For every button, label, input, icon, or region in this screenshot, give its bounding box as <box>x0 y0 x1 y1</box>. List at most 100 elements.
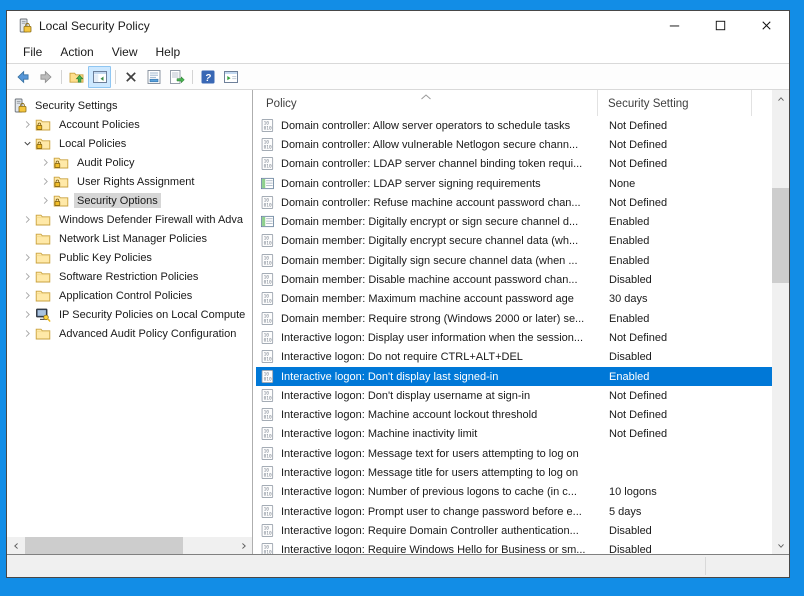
export-list-icon <box>169 69 185 85</box>
menu-help[interactable]: Help <box>147 42 190 62</box>
tree-item[interactable]: Advanced Audit Policy Configuration <box>7 324 252 343</box>
horizontal-scroll-thumb[interactable] <box>25 537 183 554</box>
tree-item[interactable]: Audit Policy <box>7 153 252 172</box>
scroll-left-icon[interactable] <box>7 537 24 554</box>
column-header-policy[interactable]: Policy <box>256 90 598 116</box>
tree-item-label: Software Restriction Policies <box>56 269 201 284</box>
svg-text:010: 010 <box>264 550 272 554</box>
scroll-right-icon[interactable] <box>235 537 252 554</box>
vertical-scroll-thumb[interactable] <box>772 188 789 283</box>
policy-row[interactable]: Domain member: Digitally encrypt or sign… <box>256 212 772 231</box>
policy-binary-icon: 10010 <box>260 369 276 385</box>
policy-row[interactable]: 10010 Interactive logon: Message title f… <box>256 463 772 482</box>
action-pane-button[interactable] <box>219 66 242 88</box>
local-security-policy-window: Local Security Policy FileActionViewHelp… <box>6 10 790 578</box>
chevron-right-icon[interactable] <box>37 193 53 209</box>
policy-row[interactable]: 10010 Domain member: Digitally sign secu… <box>256 251 772 270</box>
tree-item[interactable]: User Rights Assignment <box>7 172 252 191</box>
policy-row[interactable]: 10010 Domain member: Disable machine acc… <box>256 270 772 289</box>
tree-item[interactable]: Security Options <box>7 191 252 210</box>
policy-row[interactable]: 10010 Domain member: Digitally encrypt s… <box>256 232 772 251</box>
menu-action[interactable]: Action <box>51 42 102 62</box>
tree-item-label: Network List Manager Policies <box>56 231 210 246</box>
desktop: { "window": { "title": "Local Security P… <box>0 0 804 596</box>
chevron-right-icon[interactable] <box>19 212 35 228</box>
back-button[interactable] <box>11 66 34 88</box>
minimize-button[interactable] <box>651 11 697 40</box>
policy-name: Interactive logon: Display user informat… <box>281 332 598 344</box>
policy-row[interactable]: 10010 Interactive logon: Require Windows… <box>256 541 772 554</box>
close-button[interactable] <box>743 11 789 40</box>
tree-item[interactable]: Application Control Policies <box>7 286 252 305</box>
help-button[interactable]: ? <box>196 66 219 88</box>
maximize-button[interactable] <box>697 11 743 40</box>
scroll-down-icon[interactable] <box>772 537 789 554</box>
chevron-right-icon[interactable] <box>19 269 35 285</box>
folder-lock-icon <box>35 136 51 152</box>
chevron-right-icon[interactable] <box>19 326 35 342</box>
export-list-button[interactable] <box>165 66 188 88</box>
policy-row[interactable]: 10010 Domain controller: LDAP server cha… <box>256 155 772 174</box>
policy-row[interactable]: 10010 Domain member: Maximum machine acc… <box>256 290 772 309</box>
properties-button[interactable] <box>142 66 165 88</box>
policy-row[interactable]: 10010 Interactive logon: Require Domain … <box>256 521 772 540</box>
chevron-right-icon[interactable] <box>19 288 35 304</box>
tree-item[interactable]: IP Security Policies on Local Compute <box>7 305 252 324</box>
chevron-right-icon[interactable] <box>19 250 35 266</box>
policy-row[interactable]: 10010 Interactive logon: Don't display l… <box>256 367 772 386</box>
list-vertical-scrollbar[interactable] <box>772 90 789 554</box>
console-tree: Security Settings Account Policies Local… <box>7 96 252 343</box>
policy-name: Domain member: Maximum machine account p… <box>281 293 598 305</box>
security-setting-value: Not Defined <box>598 390 772 402</box>
tree-item[interactable]: Security Settings <box>7 96 252 115</box>
column-header-security-setting[interactable]: Security Setting <box>598 90 752 116</box>
chevron-down-icon[interactable] <box>19 136 35 152</box>
show-console-tree-button[interactable] <box>88 66 111 88</box>
tree-item[interactable]: Windows Defender Firewall with Adva <box>7 210 252 229</box>
policy-name: Interactive logon: Message title for use… <box>281 467 598 479</box>
policy-row[interactable]: 10010 Interactive logon: Don't display u… <box>256 386 772 405</box>
policy-row[interactable]: 10010 Domain controller: Refuse machine … <box>256 193 772 212</box>
svg-text:010: 010 <box>264 395 272 401</box>
tree-item[interactable]: Network List Manager Policies <box>7 229 252 248</box>
policy-row[interactable]: 10010 Domain controller: Allow vulnerabl… <box>256 135 772 154</box>
chevron-right-icon[interactable] <box>19 307 35 323</box>
chevron-right-icon[interactable] <box>19 117 35 133</box>
scroll-up-icon[interactable] <box>772 90 789 107</box>
policy-row[interactable]: 10010 Interactive logon: Machine account… <box>256 405 772 424</box>
policy-binary-icon: 10010 <box>260 484 276 500</box>
forward-button[interactable] <box>34 66 57 88</box>
up-one-level-button[interactable] <box>65 66 88 88</box>
policy-list: 10010 Domain controller: Allow server op… <box>256 116 789 554</box>
menu-file[interactable]: File <box>14 42 51 62</box>
policy-row[interactable]: Domain controller: LDAP server signing r… <box>256 174 772 193</box>
tree-expander[interactable] <box>19 231 35 247</box>
security-setting-value: Not Defined <box>598 197 772 209</box>
tree-item[interactable]: Local Policies <box>7 134 252 153</box>
policy-name: Interactive logon: Do not require CTRL+A… <box>281 351 598 363</box>
policy-row[interactable]: 10010 Interactive logon: Do not require … <box>256 348 772 367</box>
policy-binary-icon: 10010 <box>260 156 276 172</box>
tree-item[interactable]: Public Key Policies <box>7 248 252 267</box>
tree-item-label: User Rights Assignment <box>74 174 197 189</box>
tree-item[interactable]: Account Policies <box>7 115 252 134</box>
menu-view[interactable]: View <box>103 42 147 62</box>
chevron-right-icon[interactable] <box>37 155 53 171</box>
policy-row[interactable]: 10010 Interactive logon: Message text fo… <box>256 444 772 463</box>
policy-binary-icon: 10010 <box>260 426 276 442</box>
chevron-right-icon[interactable] <box>37 174 53 190</box>
policy-row[interactable]: 10010 Interactive logon: Display user in… <box>256 328 772 347</box>
policy-binary-icon: 10010 <box>260 195 276 211</box>
delete-button[interactable] <box>119 66 142 88</box>
tree-item[interactable]: Software Restriction Policies <box>7 267 252 286</box>
svg-text:?: ? <box>204 73 210 84</box>
policy-row[interactable]: 10010 Interactive logon: Prompt user to … <box>256 502 772 521</box>
status-bar <box>7 555 789 577</box>
policy-row[interactable]: 10010 Domain member: Require strong (Win… <box>256 309 772 328</box>
policy-row[interactable]: 10010 Interactive logon: Machine inactiv… <box>256 425 772 444</box>
toolbar-separator <box>111 66 119 88</box>
tree-horizontal-scrollbar[interactable] <box>7 537 252 554</box>
policy-row[interactable]: 10010 Domain controller: Allow server op… <box>256 116 772 135</box>
policy-binary-icon: 10010 <box>260 349 276 365</box>
policy-row[interactable]: 10010 Interactive logon: Number of previ… <box>256 483 772 502</box>
